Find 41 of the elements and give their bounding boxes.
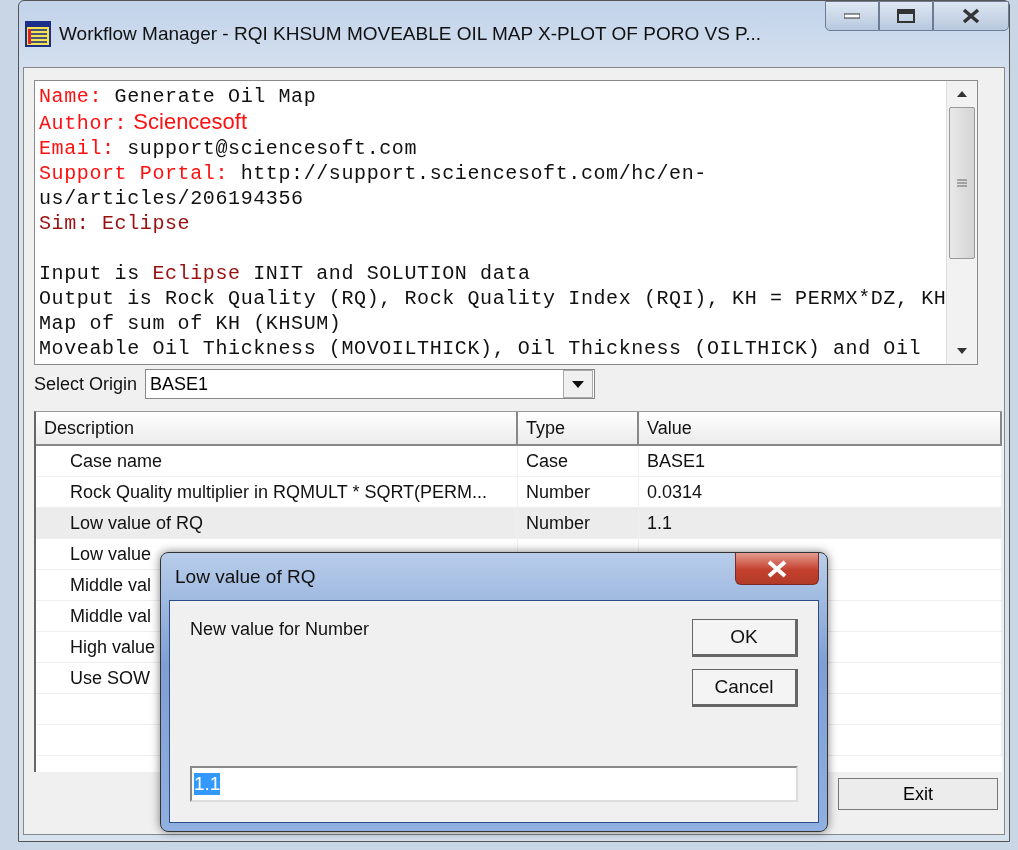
close-icon [962, 8, 980, 24]
cancel-button[interactable]: Cancel [692, 669, 798, 707]
origin-label: Select Origin [34, 373, 138, 395]
description-line: Support Portal: http://support.sciencesoft.com/hc/en- [39, 161, 708, 186]
exit-button[interactable]: Exit [838, 778, 998, 810]
close-icon [766, 559, 788, 578]
app-icon [25, 21, 51, 47]
table-cell: Low value of RQ [36, 508, 518, 538]
description-line: Moveable Oil Thickness (MOVOILTHICK), Oil Thickness (OILTHICK) and Oil [39, 336, 923, 361]
table-cell: 1.1 [639, 508, 1002, 538]
ok-button[interactable]: OK [692, 619, 798, 657]
table-cell: Case name [36, 446, 518, 476]
close-button[interactable] [933, 1, 1009, 31]
description-line: Name: Generate Oil Map [39, 84, 318, 109]
window-title: Workflow Manager - RQI KHSUM MOVEABLE OIL MAP X-PLOT OF PORO VS P... [59, 23, 762, 45]
description-line: Input is Eclipse INIT and SOLUTION data [39, 261, 532, 286]
table-cell: Number [518, 477, 639, 507]
minimize-icon [844, 13, 860, 19]
origin-dropdown[interactable]: BASE1 [145, 369, 596, 399]
maximize-button[interactable] [879, 1, 933, 31]
scroll-down-icon[interactable] [956, 346, 968, 356]
column-header[interactable]: Value [639, 412, 1002, 446]
table-cell: Case [518, 446, 639, 476]
close-button[interactable] [735, 553, 819, 585]
description-line: Sim: Eclipse [39, 211, 192, 236]
description-line: Map of sum of KH (KHSUM) [39, 311, 343, 336]
maximize-icon [897, 9, 915, 23]
table-cell: Rock Quality multiplier in RQMULT * SQRT(PERM... [36, 477, 518, 507]
description-box[interactable] [34, 80, 978, 365]
description-line: us/articles/206194356 [39, 186, 305, 211]
table-cell: 0.0314 [639, 477, 1002, 507]
table-cell: Number [518, 508, 639, 538]
table-cell: BASE1 [639, 446, 1002, 476]
description-line: Author: Sciencesoft [39, 109, 249, 136]
column-header[interactable]: Type [518, 412, 639, 446]
scrollbar[interactable] [946, 81, 977, 364]
dropdown-arrow-icon [572, 380, 585, 388]
column-header[interactable]: Description [36, 412, 518, 446]
scroll-up-icon[interactable] [956, 89, 968, 99]
grip-icon [957, 179, 967, 187]
description-line: Email: support@sciencesoft.com [39, 136, 419, 161]
